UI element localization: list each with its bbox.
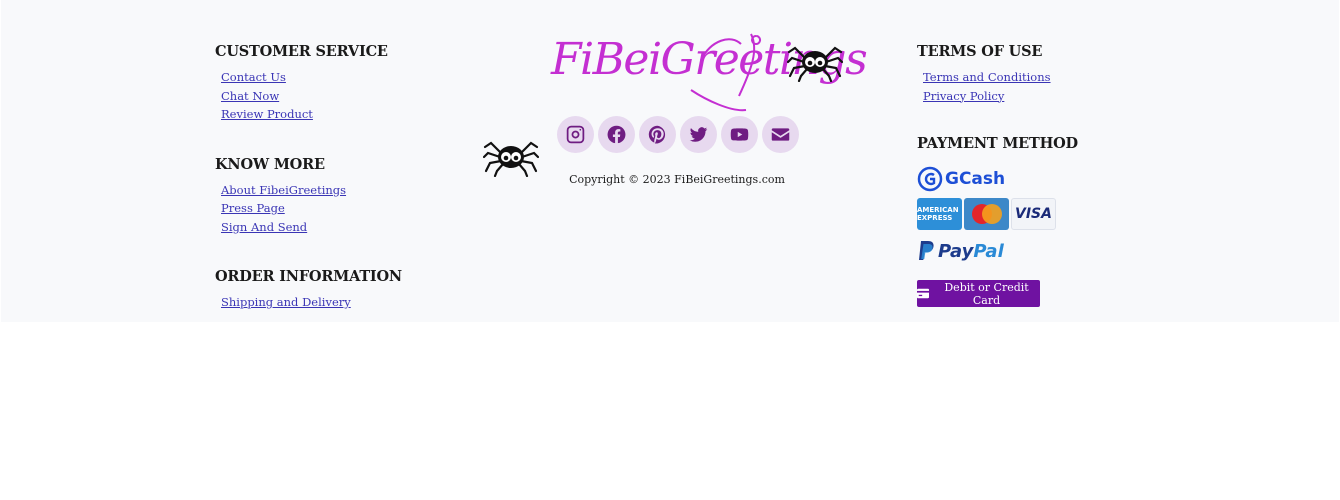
- payment-section: PAYMENT METHOD: [917, 134, 1157, 154]
- visa-card-logo: VISA: [1011, 198, 1056, 230]
- copyright-text: Copyright © 2023 FiBeiGreetings.com: [569, 173, 785, 186]
- facebook-icon[interactable]: [598, 116, 635, 153]
- press-page-link[interactable]: Press Page: [221, 201, 285, 215]
- spider-icon: [787, 46, 843, 82]
- terms-heading: TERMS OF USE: [917, 43, 1043, 60]
- terms-links: Terms and Conditions Privacy Policy: [923, 67, 1157, 104]
- debit-credit-card-button[interactable]: Debit or Credit Card: [917, 280, 1040, 307]
- contact-us-link[interactable]: Contact Us: [221, 70, 286, 84]
- order-information-links: Shipping and Delivery: [221, 292, 475, 311]
- paypal-pal: Pal: [973, 240, 1004, 262]
- instagram-icon[interactable]: [557, 116, 594, 153]
- know-more-links: About FibeiGreetings Press Page Sign And…: [221, 180, 475, 236]
- order-information-section: ORDER INFORMATION Shipping and Delivery: [215, 267, 475, 311]
- chat-now-link[interactable]: Chat Now: [221, 89, 279, 103]
- mastercard-logo: [964, 198, 1009, 230]
- about-link[interactable]: About FibeiGreetings: [221, 183, 346, 197]
- paypal-icon: [919, 241, 934, 260]
- social-links: [555, 114, 801, 156]
- order-information-heading: ORDER INFORMATION: [215, 268, 402, 285]
- terms-section: TERMS OF USE Terms and Conditions Privac…: [917, 42, 1157, 104]
- brand-logo[interactable]: FiBeiGreetings: [551, 30, 868, 116]
- payment-method-heading: PAYMENT METHOD: [917, 135, 1078, 152]
- customer-service-section: CUSTOMER SERVICE Contact Us Chat Now Rev…: [215, 42, 475, 123]
- customer-service-heading: CUSTOMER SERVICE: [215, 43, 388, 60]
- pinterest-icon[interactable]: [639, 116, 676, 153]
- footer-left-column: CUSTOMER SERVICE Contact Us Chat Now Rev…: [215, 42, 475, 343]
- amex-card-logo: AMERICAN EXPRESS: [917, 198, 962, 230]
- review-product-link[interactable]: Review Product: [221, 107, 313, 121]
- gcash-label: GCash: [945, 169, 1006, 189]
- spider-icon: [483, 141, 539, 177]
- know-more-section: KNOW MORE About FibeiGreetings Press Pag…: [215, 155, 475, 236]
- debit-credit-card-label: Debit or Credit Card: [944, 280, 1029, 307]
- twitter-icon[interactable]: [680, 116, 717, 153]
- footer-right-column: TERMS OF USE Terms and Conditions Privac…: [917, 42, 1157, 154]
- sign-and-send-link[interactable]: Sign And Send: [221, 220, 307, 234]
- customer-service-links: Contact Us Chat Now Review Product: [221, 67, 475, 123]
- paypal-pay: Pay: [938, 240, 974, 262]
- gcash-logo: GCash: [917, 166, 1005, 192]
- mastercard-icon: [971, 204, 1002, 224]
- site-footer: CUSTOMER SERVICE Contact Us Chat Now Rev…: [1, 0, 1339, 322]
- terms-and-conditions-link[interactable]: Terms and Conditions: [923, 70, 1051, 84]
- credit-card-icon: [917, 288, 930, 299]
- youtube-icon[interactable]: [721, 116, 758, 153]
- gcash-icon: [917, 166, 943, 192]
- shipping-delivery-link[interactable]: Shipping and Delivery: [221, 295, 351, 309]
- paypal-wordmark: PayPal: [938, 241, 1004, 262]
- know-more-heading: KNOW MORE: [215, 155, 325, 173]
- envelope-icon[interactable]: [762, 116, 799, 153]
- card-logos: AMERICAN EXPRESS VISA: [917, 198, 1056, 230]
- privacy-policy-link[interactable]: Privacy Policy: [923, 89, 1004, 103]
- paypal-logo: PayPal: [917, 238, 1004, 264]
